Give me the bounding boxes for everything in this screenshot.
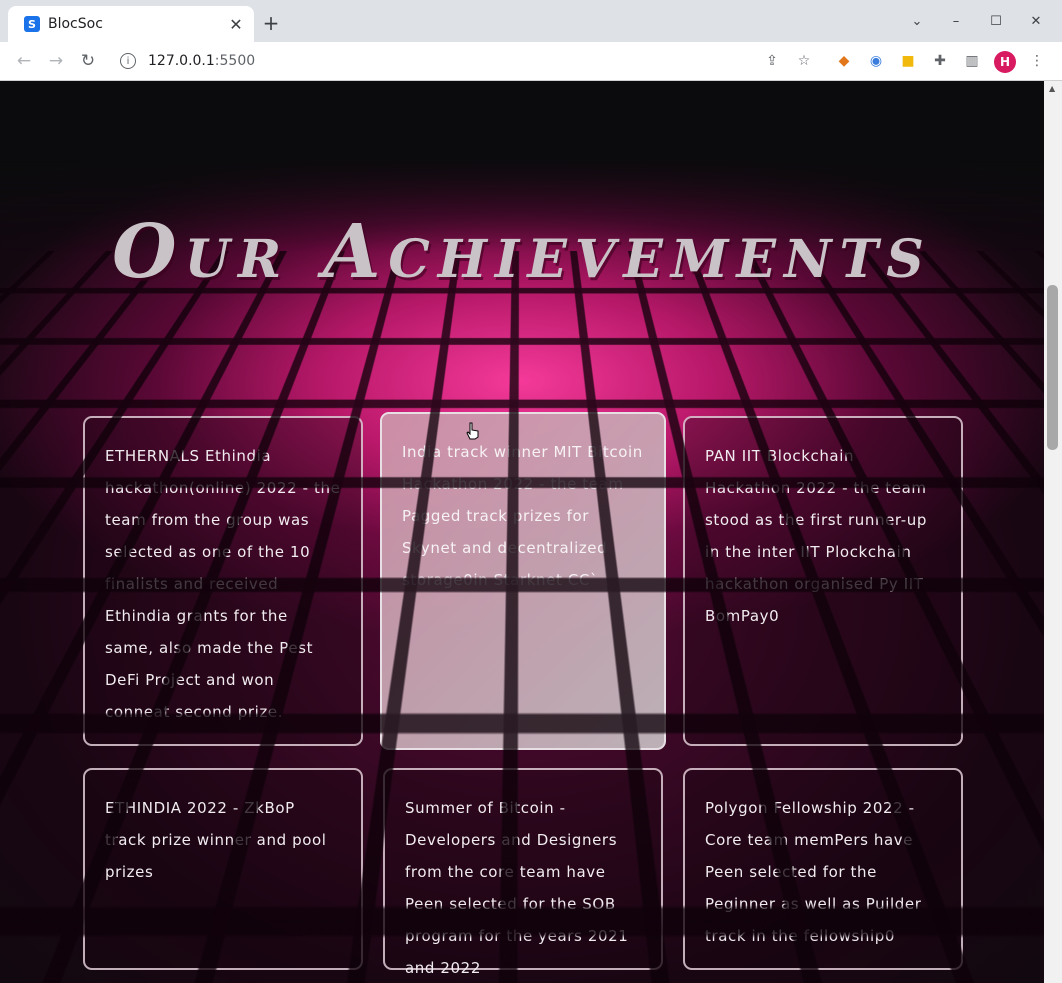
close-tab-icon[interactable]: ✕ — [226, 14, 246, 34]
profile-avatar[interactable]: H — [994, 51, 1016, 73]
scrollbar-thumb[interactable] — [1047, 285, 1058, 450]
achievement-card[interactable]: PAN IIT Blockchain Hackathon 2022 - the … — [683, 416, 963, 746]
browser-tab[interactable]: S BlocSoc ✕ — [8, 6, 254, 42]
hand-cursor-icon — [466, 422, 480, 440]
achievement-card[interactable]: Polygon Fellowship 2022 - Core team memP… — [683, 768, 963, 970]
tab-search-icon[interactable]: ⌄ — [906, 10, 928, 32]
kebab-menu-icon[interactable]: ⋮ — [1027, 51, 1047, 71]
minimize-icon[interactable]: – — [945, 10, 967, 32]
puzzle-icon[interactable]: ✚ — [930, 51, 950, 71]
favicon-icon: S — [24, 16, 40, 32]
address-bar[interactable]: i 127.0.0.1:5500 — [112, 46, 752, 76]
scroll-up-icon[interactable]: ▲ — [1049, 84, 1057, 92]
achievement-card[interactable]: ETHERNALS Ethindia hackathon(online) 202… — [83, 416, 363, 746]
card-text: ETHERNALS Ethindia hackathon(online) 202… — [105, 447, 340, 721]
forward-icon[interactable]: → — [45, 50, 67, 72]
tab-strip: S BlocSoc ✕ + ⌄ – ☐ ✕ — [0, 0, 1062, 42]
info-icon[interactable]: i — [120, 53, 136, 69]
page-viewport: Our Achievements ETHERNALS Ethindia hack… — [0, 81, 1044, 983]
url-text: 127.0.0.1:5500 — [148, 53, 255, 69]
card-text: Polygon Fellowship 2022 - Core team memP… — [705, 799, 922, 945]
metamask-extension-icon[interactable]: ◆ — [834, 51, 854, 71]
card-text: ETHINDIA 2022 - ZkBoP track prize winner… — [105, 799, 327, 881]
card-text: Summer of Bitcoin - Developers and Desig… — [405, 799, 628, 977]
back-icon[interactable]: ← — [13, 50, 35, 72]
card-text: PAN IIT Blockchain Hackathon 2022 - the … — [705, 447, 927, 625]
binance-extension-icon[interactable]: ■ — [898, 51, 918, 71]
wallet-extension-icon[interactable]: ◉ — [866, 51, 886, 71]
new-tab-icon[interactable]: + — [260, 12, 282, 34]
side-panel-icon[interactable]: ▥ — [962, 51, 982, 71]
browser-toolbar: ← → ↻ i 127.0.0.1:5500 ⇪ ☆ ◆ ◉ ■ ✚ ▥ ⋮ — [0, 42, 1062, 81]
achievement-card[interactable]: ETHINDIA 2022 - ZkBoP track prize winner… — [83, 768, 363, 970]
star-icon[interactable]: ☆ — [794, 51, 814, 71]
maximize-icon[interactable]: ☐ — [985, 10, 1007, 32]
page-title: Our Achievements — [0, 209, 1044, 295]
page-scrollbar[interactable] — [1044, 81, 1062, 983]
achievement-card[interactable]: Summer of Bitcoin - Developers and Desig… — [383, 768, 663, 970]
reload-icon[interactable]: ↻ — [77, 50, 99, 72]
close-window-icon[interactable]: ✕ — [1025, 10, 1047, 32]
share-icon[interactable]: ⇪ — [762, 51, 782, 71]
tab-title: BlocSoc — [48, 16, 226, 32]
achievement-card-hovered[interactable]: India track winner MIT Bitcoin Hackathon… — [380, 412, 666, 750]
card-text: India track winner MIT Bitcoin Hackathon… — [402, 443, 643, 589]
